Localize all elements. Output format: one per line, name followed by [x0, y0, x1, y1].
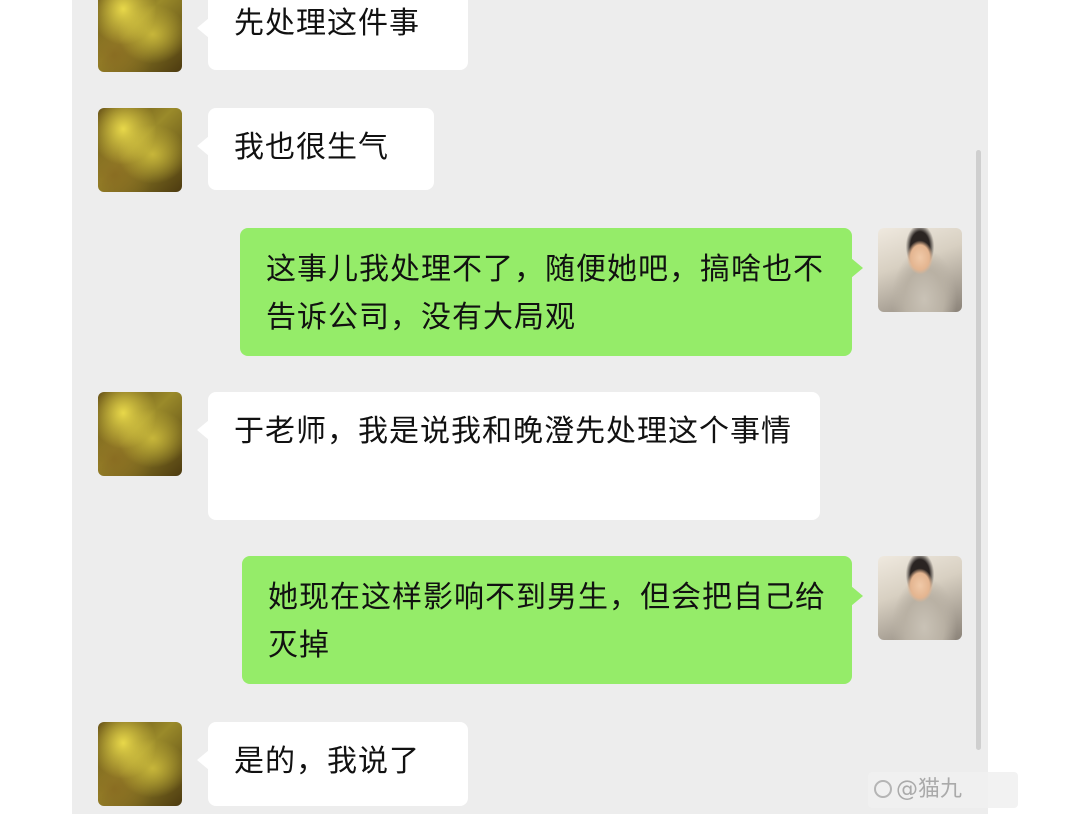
incoming-message-bubble[interactable]: 是的，我说了: [197, 722, 468, 806]
message-text: 我也很生气: [234, 130, 389, 165]
message-text: 这事儿我处理不了，随便她吧，搞啥也不告诉公司，没有大局观: [266, 252, 824, 335]
watermark-text: @猫九: [896, 777, 963, 802]
incoming-message-bubble[interactable]: 于老师，我是说我和晚澄先处理这个事情: [197, 392, 820, 520]
chat-message-area[interactable]: 先处理这件事 我也很生气 这事儿我处理不了，随便她吧，搞啥也不告诉公司，没有大局…: [72, 0, 988, 814]
user-avatar[interactable]: [878, 228, 962, 312]
contact-avatar[interactable]: [98, 108, 182, 192]
incoming-message-bubble[interactable]: 我也很生气: [197, 108, 434, 190]
contact-avatar[interactable]: [98, 392, 182, 476]
contact-avatar[interactable]: [98, 722, 182, 806]
chat-screen: 先处理这件事 我也很生气 这事儿我处理不了，随便她吧，搞啥也不告诉公司，没有大局…: [0, 0, 1086, 814]
message-text: 她现在这样影响不到男生，但会把自己给灭掉: [268, 580, 826, 663]
incoming-message-bubble[interactable]: 先处理这件事: [197, 0, 468, 70]
message-text: 是的，我说了: [234, 744, 420, 779]
weibo-icon: [874, 780, 892, 798]
contact-avatar[interactable]: [98, 0, 182, 72]
user-avatar[interactable]: [878, 556, 962, 640]
message-text: 于老师，我是说我和晚澄先处理这个事情: [234, 414, 792, 449]
message-text: 先处理这件事: [234, 6, 420, 41]
outgoing-message-bubble[interactable]: 这事儿我处理不了，随便她吧，搞啥也不告诉公司，没有大局观: [240, 228, 863, 356]
chat-scrollbar[interactable]: [976, 150, 981, 750]
outgoing-message-bubble[interactable]: 她现在这样影响不到男生，但会把自己给灭掉: [242, 556, 863, 684]
watermark: @猫九: [868, 772, 1018, 808]
